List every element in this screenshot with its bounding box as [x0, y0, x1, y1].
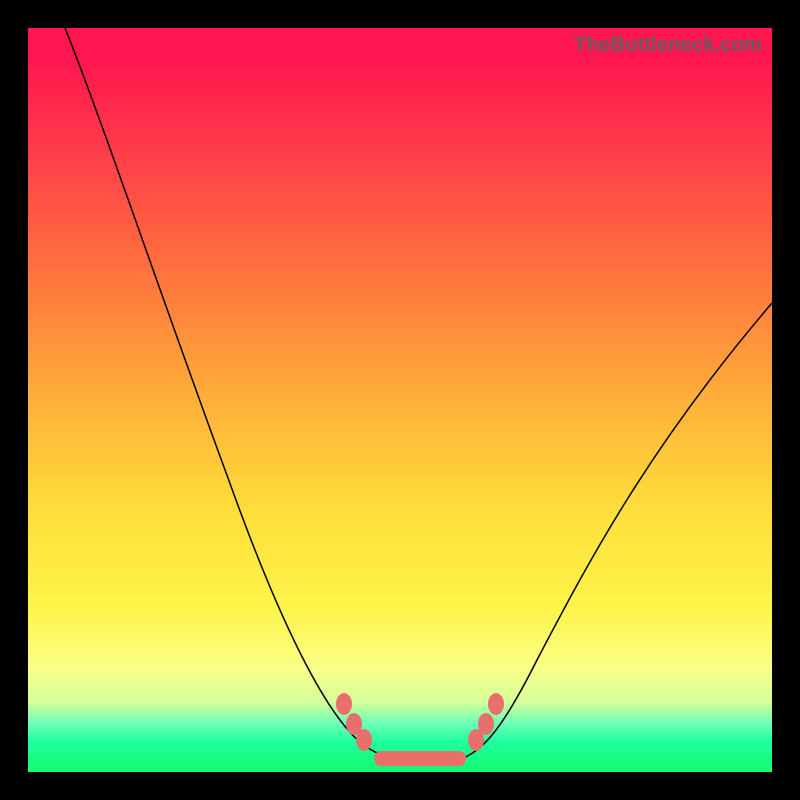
- plot-area: TheBottleneck.com: [28, 28, 772, 772]
- bottleneck-curve-path: [65, 28, 772, 764]
- curve-marker-right-3: [488, 693, 504, 715]
- curve-marker-group: [336, 693, 504, 766]
- bottleneck-curve-svg: [28, 28, 772, 772]
- curve-marker-left-3: [356, 729, 372, 751]
- curve-marker-right-2: [478, 713, 494, 735]
- curve-marker-left-1: [336, 693, 352, 715]
- curve-trough-band: [374, 751, 466, 766]
- outer-frame: TheBottleneck.com: [0, 0, 800, 800]
